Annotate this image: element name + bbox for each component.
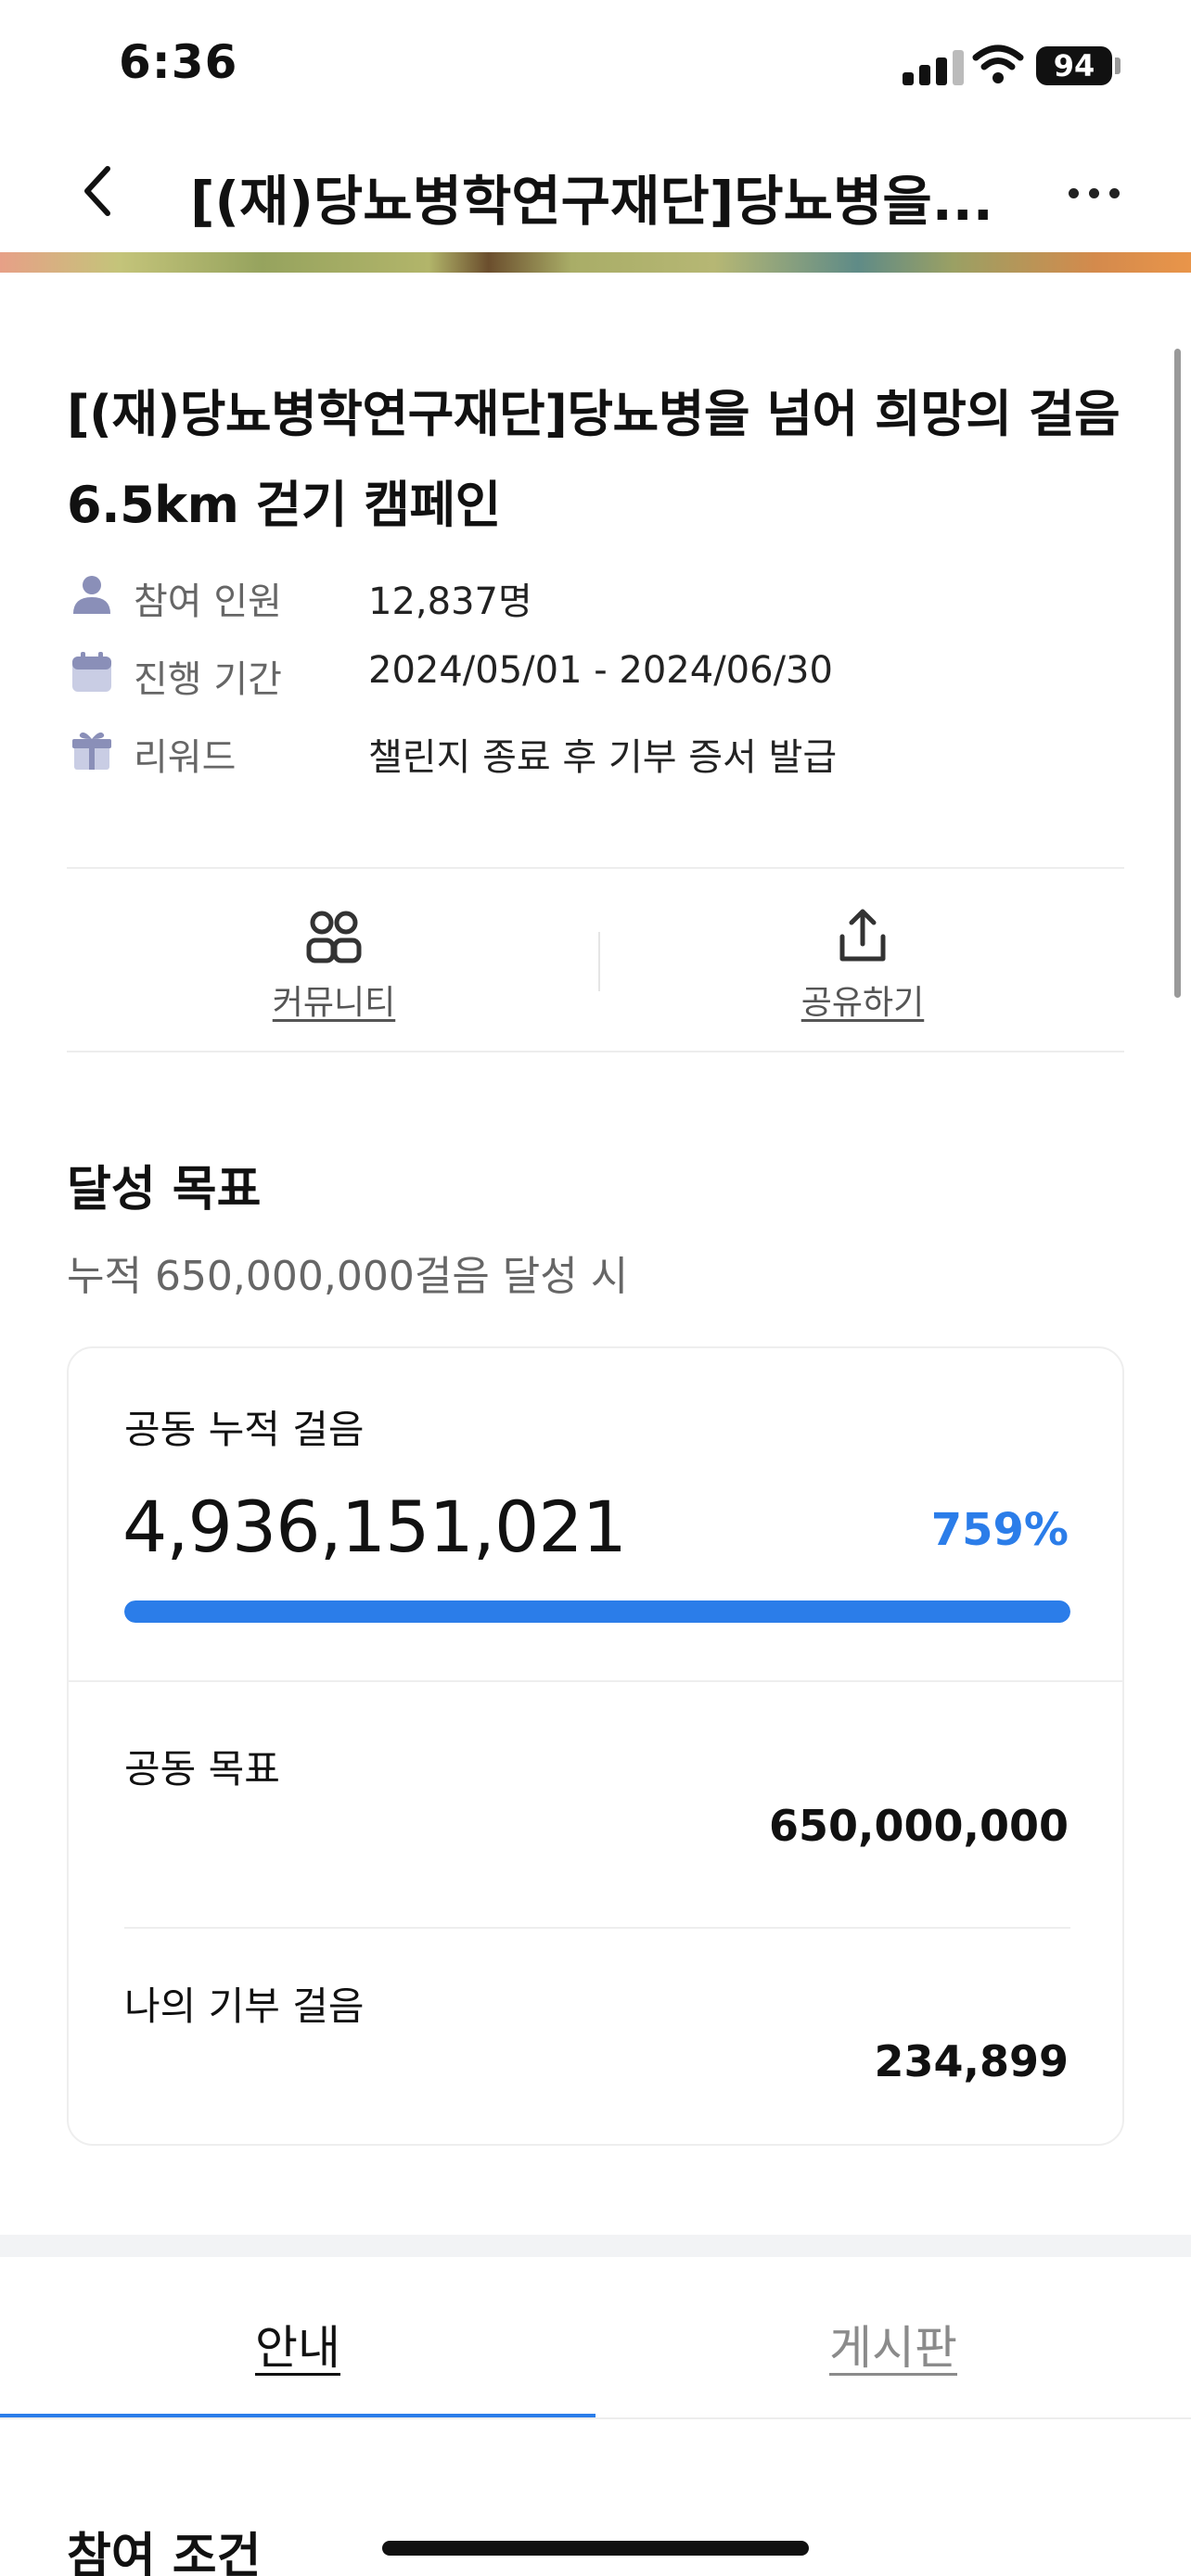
battery-tip — [1115, 57, 1121, 74]
nav-bar: [(재)당뇨병학연구재단]당뇨병을... — [0, 130, 1191, 252]
achievement-percent: 759% — [930, 1504, 1069, 1556]
my-steps-label: 나의 기부 걸음 — [124, 1983, 365, 2029]
target-value: 650,000,000 — [768, 1801, 1069, 1851]
share-label: 공유하기 — [800, 984, 925, 1022]
tab-info-label: 안내 — [255, 2321, 340, 2375]
community-icon — [306, 911, 362, 963]
info-label: 참여 인원 — [134, 580, 282, 623]
tab-board[interactable]: 게시판 — [596, 2257, 1191, 2420]
goal-section-subtitle: 누적 650,000,000걸음 달성 시 — [67, 1253, 629, 1300]
nav-title: [(재)당뇨병학연구재단]당뇨병을... — [190, 170, 993, 233]
gift-icon — [72, 732, 111, 770]
target-label: 공동 목표 — [124, 1746, 280, 1792]
divider — [67, 1051, 1124, 1052]
divider — [67, 867, 1124, 869]
info-value: 챌린지 종료 후 기부 증서 발급 — [368, 736, 838, 779]
status-time: 6:36 — [119, 35, 238, 89]
share-icon — [839, 909, 886, 962]
more-options-icon[interactable] — [1057, 156, 1132, 226]
info-label: 진행 기간 — [134, 658, 282, 701]
battery-icon: 94 — [1036, 46, 1112, 85]
wifi-icon — [972, 45, 1024, 83]
goal-card: 공동 누적 걸음 4,936,151,021 759% 공동 목표 650,00… — [67, 1346, 1124, 2146]
card-divider — [69, 1680, 1122, 1682]
row-divider — [124, 1927, 1070, 1929]
status-bar: 6:36 94 — [0, 0, 1191, 130]
scroll-indicator — [1174, 349, 1181, 998]
share-button[interactable]: 공유하기 — [724, 896, 1002, 1026]
calendar-icon — [72, 652, 111, 692]
community-button[interactable]: 커뮤니티 — [195, 896, 473, 1026]
goal-section-title: 달성 목표 — [67, 1162, 262, 1218]
progress-bar — [124, 1600, 1070, 1623]
info-row-participants: 참여 인원 12,837명 — [67, 566, 1124, 623]
action-separator — [598, 932, 600, 991]
info-label: 리워드 — [134, 736, 237, 779]
cumulative-steps-label: 공동 누적 걸음 — [124, 1407, 365, 1452]
campaign-title: [(재)당뇨병학연구재단]당뇨병을 넘어 희망의 걸음 6.5km 걷기 캠페인 — [67, 385, 1121, 534]
back-icon[interactable] — [65, 156, 135, 226]
tab-info[interactable]: 안내 — [0, 2257, 596, 2420]
cumulative-steps-value: 4,936,151,021 — [122, 1486, 627, 1568]
section-gap — [0, 2235, 1191, 2257]
info-value: 2024/05/01 - 2024/06/30 — [368, 649, 833, 692]
info-row-period: 진행 기간 2024/05/01 - 2024/06/30 — [67, 644, 1124, 701]
home-indicator[interactable] — [382, 2541, 809, 2556]
info-value: 12,837명 — [368, 580, 532, 623]
campaign-banner-image — [0, 252, 1191, 273]
tab-board-label: 게시판 — [829, 2321, 957, 2375]
participation-conditions-title: 참여 조건 — [67, 2529, 262, 2576]
person-icon — [73, 576, 110, 614]
progress-fill — [124, 1600, 1070, 1623]
my-steps-value: 234,899 — [874, 2036, 1069, 2086]
info-row-reward: 리워드 챌린지 종료 후 기부 증서 발급 — [67, 721, 1124, 779]
cellular-signal-icon — [903, 48, 967, 85]
community-label: 커뮤니티 — [272, 984, 396, 1022]
tab-baseline — [0, 2417, 1191, 2419]
